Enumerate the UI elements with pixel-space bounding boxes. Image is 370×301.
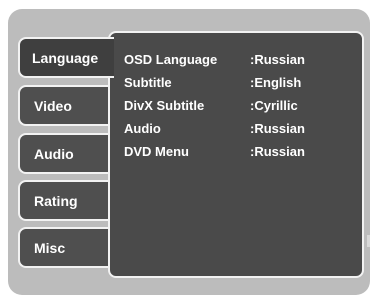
- setting-label: OSD Language: [124, 51, 218, 67]
- tab-audio-label: Audio: [34, 145, 74, 162]
- setting-value: :Russian: [250, 51, 305, 67]
- tab-rating[interactable]: Rating: [18, 180, 110, 221]
- tab-misc[interactable]: Misc: [18, 227, 110, 268]
- tab-language-label: Language: [32, 49, 99, 66]
- setting-label: DVD Menu: [124, 143, 189, 159]
- tab-rating-label: Rating: [34, 192, 78, 209]
- setting-value: :English: [250, 74, 302, 90]
- setting-row-osd-language[interactable]: OSD Language :Russian: [124, 50, 356, 68]
- settings-panel: OSD Language :Russian Subtitle :English …: [108, 31, 364, 278]
- tab-video-label: Video: [34, 97, 72, 114]
- setting-value: :Russian: [250, 120, 305, 136]
- setting-row-dvd-menu[interactable]: DVD Menu :Russian: [124, 142, 356, 160]
- setting-label: DivX Subtitle: [124, 97, 205, 113]
- setting-row-audio[interactable]: Audio :Russian: [124, 119, 356, 137]
- tab-video[interactable]: Video: [18, 85, 110, 126]
- setting-label: Subtitle: [124, 74, 172, 90]
- setting-value: :Cyrillic: [250, 97, 298, 113]
- setting-row-divx-subtitle[interactable]: DivX Subtitle :Cyrillic: [124, 96, 356, 114]
- tab-audio[interactable]: Audio: [18, 133, 110, 174]
- tab-misc-label: Misc: [34, 239, 66, 256]
- setting-label: Audio: [124, 120, 161, 136]
- setting-value: :Russian: [250, 143, 305, 159]
- tab-language[interactable]: Language: [18, 37, 114, 78]
- setting-row-subtitle[interactable]: Subtitle :English: [124, 73, 356, 91]
